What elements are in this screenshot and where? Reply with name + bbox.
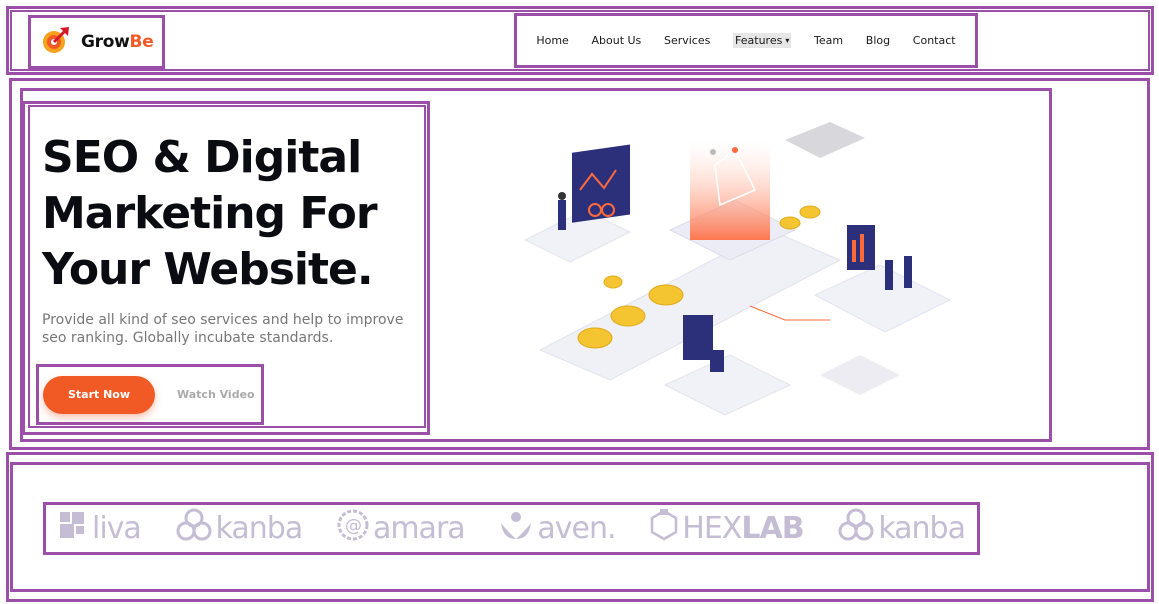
main-nav: Home About Us Services Features ▾ Team B… [514, 13, 978, 68]
chevron-down-icon: ▾ [785, 36, 790, 45]
logo[interactable]: GrowBe [28, 15, 165, 69]
nav-features-label: Features [735, 34, 783, 47]
hero-illustration [520, 110, 970, 430]
brand-logo-liva: liva [58, 510, 142, 548]
hero-title: SEO & Digital Marketing For Your Website… [42, 130, 422, 298]
brand-logo-row: liva kanba @ amara aven. HEX LAB kanba [43, 502, 980, 555]
growth-arrow-icon [41, 25, 71, 60]
start-now-button[interactable]: Start Now [43, 375, 155, 414]
brand-name-regular: HEX [682, 511, 742, 546]
hero-subtitle: Provide all kind of seo services and hel… [42, 312, 404, 346]
brand-name: kanba [215, 511, 304, 546]
nav-contact[interactable]: Contact [913, 34, 956, 47]
logo-text-main: Grow [81, 32, 130, 52]
nav-about-us[interactable]: About Us [591, 34, 641, 47]
nav-home[interactable]: Home [536, 34, 568, 47]
hexagon-icon [650, 508, 682, 549]
brand-logo-amara: @ amara [337, 509, 466, 549]
leaf-person-icon [499, 509, 537, 549]
brand-name: aven. [537, 511, 616, 546]
nav-services[interactable]: Services [664, 34, 710, 47]
at-badge-icon: @ [337, 509, 373, 549]
logo-text: GrowBe [81, 32, 154, 52]
brand-name: liva [92, 511, 142, 546]
svg-text:@: @ [345, 516, 361, 536]
brand-name: amara [372, 511, 466, 546]
rings-icon [176, 508, 216, 550]
brand-logo-kanba: kanba [176, 508, 303, 550]
brand-logo-hexlab: HEX LAB [650, 508, 805, 549]
hero-title-line-2: Marketing For [42, 188, 378, 239]
brand-name-bold: LAB [741, 511, 804, 546]
rings-icon [838, 508, 878, 550]
nav-features-dropdown[interactable]: Features ▾ [733, 33, 792, 48]
blocks-icon [58, 510, 92, 548]
brand-name: kanba [878, 511, 966, 546]
hero-cta-group: Start Now Watch Video [36, 364, 264, 425]
hero-title-line-3: Your Website. [42, 244, 374, 295]
nav-blog[interactable]: Blog [866, 34, 890, 47]
brand-logo-aven: aven. [499, 509, 617, 549]
nav-team[interactable]: Team [814, 34, 843, 47]
hero-title-line-1: SEO & Digital [42, 132, 362, 183]
logo-text-accent: Be [129, 32, 154, 52]
brand-logo-kanba: kanba [838, 508, 966, 550]
watch-video-link[interactable]: Watch Video [177, 388, 255, 401]
